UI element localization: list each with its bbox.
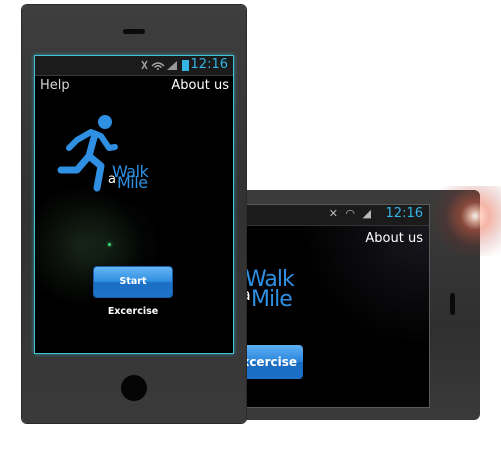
status-bar: ✕ ◠ ◢ 12:16 [241, 205, 429, 226]
status-clock: 12:16 [385, 206, 423, 221]
about-us-link[interactable]: About us [171, 78, 229, 93]
decorative-glow-dot [108, 243, 111, 246]
logo-word-mile: Mile [117, 173, 148, 192]
start-exercise-label: xcercise [241, 355, 297, 369]
portrait-screen: 12:16 Help About us Walk a Mile Start Ex… [34, 55, 234, 354]
status-bar: 12:16 [35, 56, 233, 76]
landscape-screen: ✕ ◠ ◢ 12:16 About us Walk a Mile xcercis… [240, 204, 430, 408]
start-exercise-button[interactable]: xcercise [241, 345, 303, 379]
logo-word-a: a [108, 172, 116, 187]
start-exercise-button[interactable]: Start Excercise [93, 266, 173, 317]
mute-wifi-signal-icon [141, 60, 177, 70]
status-clock: 12:16 [190, 57, 228, 72]
speaker-grille [450, 293, 455, 315]
logo-word-mile: Mile [251, 287, 293, 312]
status-icons [139, 59, 179, 74]
status-icons: ✕ ◠ ◢ [328, 207, 373, 220]
battery-icon [182, 60, 189, 71]
home-button[interactable] [121, 375, 147, 401]
about-us-link[interactable]: About us [365, 231, 423, 246]
help-link[interactable]: Help [40, 78, 70, 93]
speaker-grille [123, 29, 145, 34]
